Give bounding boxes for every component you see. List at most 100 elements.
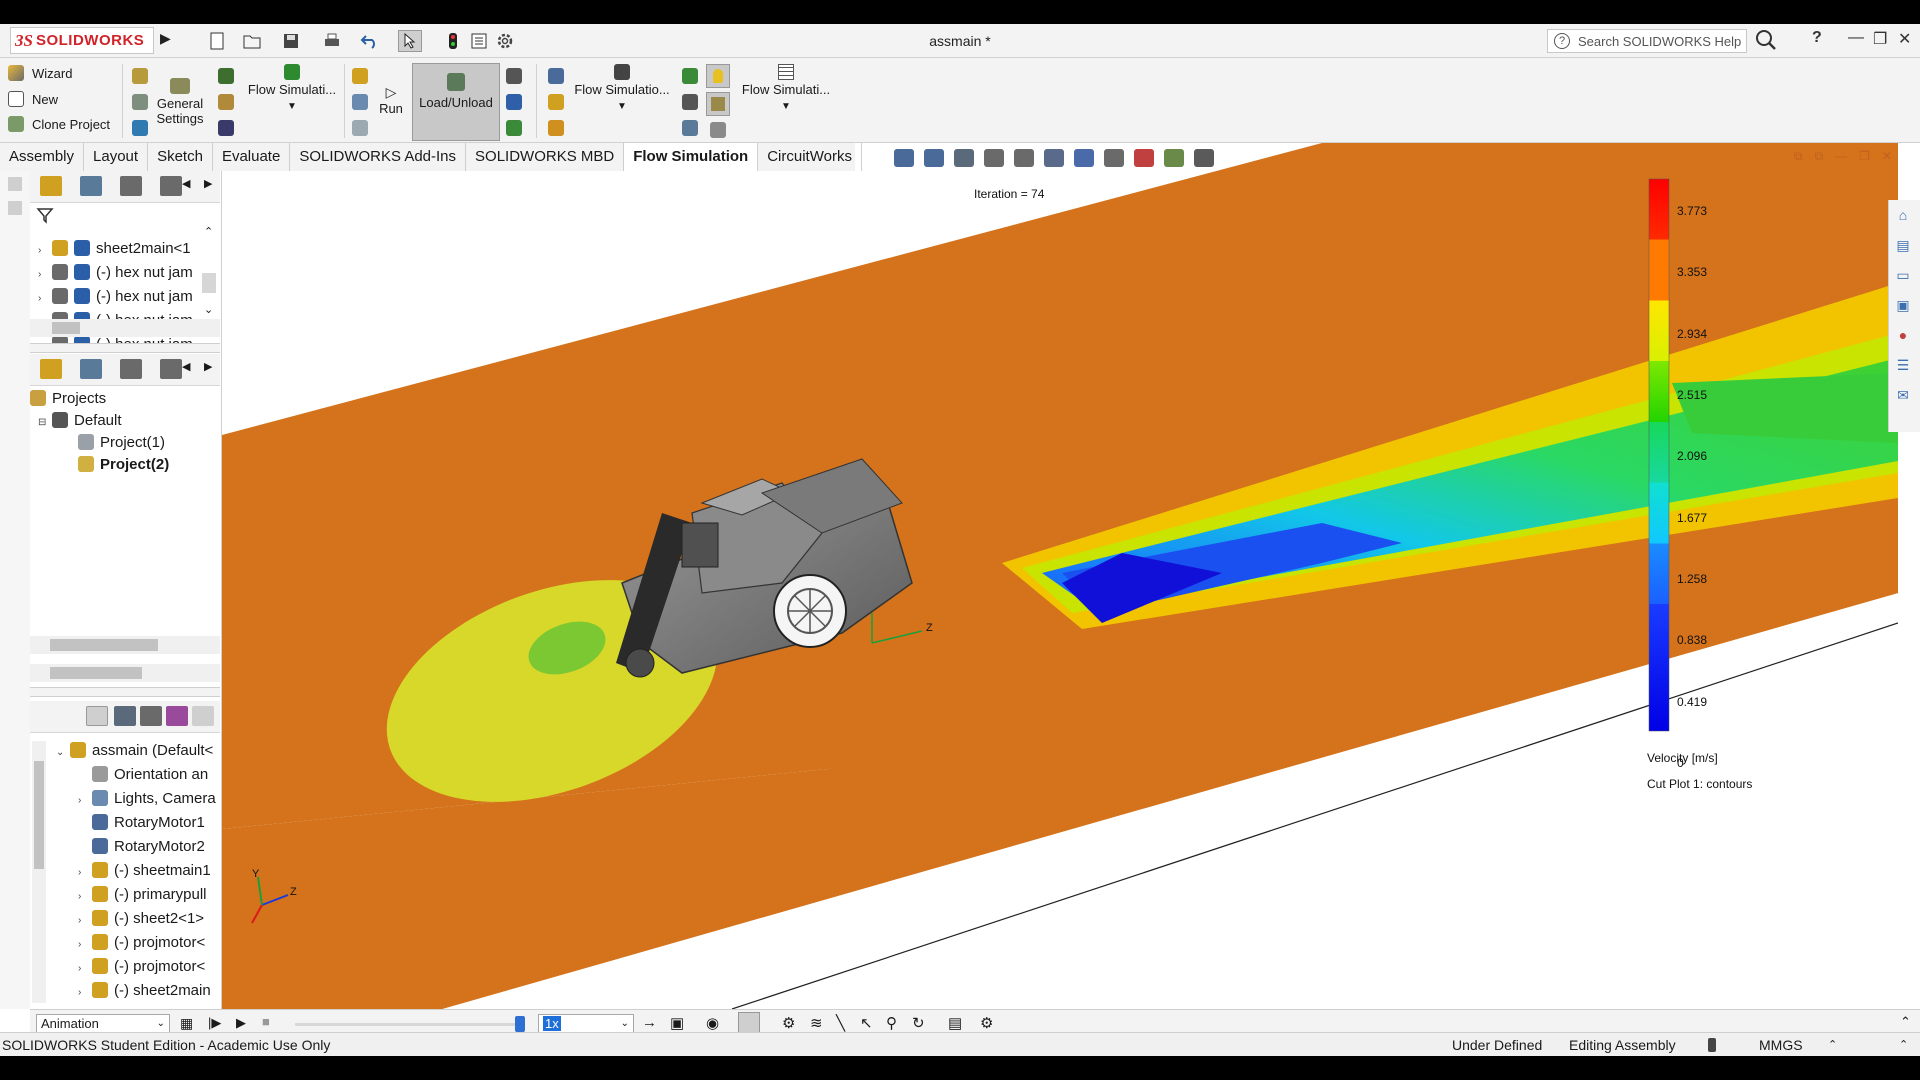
view-orientation-icon[interactable]: [1044, 149, 1064, 167]
new-project-button[interactable]: New: [8, 91, 58, 107]
force-icon[interactable]: ↖: [860, 1014, 873, 1032]
save-animation-icon[interactable]: ▣: [670, 1014, 684, 1032]
feature-tree-item[interactable]: RotaryMotor2: [78, 835, 220, 859]
dimxpert-tab-icon[interactable]: [160, 359, 182, 379]
expand-arrow-icon[interactable]: ›: [38, 263, 52, 285]
feature-tree-item[interactable]: Orientation an: [78, 763, 220, 787]
zoom-to-area-icon[interactable]: [924, 149, 944, 167]
feature-tree-item[interactable]: › (-) projmotor<: [78, 955, 220, 979]
configuration-manager-tab-icon[interactable]: [120, 359, 142, 379]
tile-right-icon[interactable]: ⧉: [1815, 149, 1824, 164]
surface-plot-icon[interactable]: [548, 94, 564, 110]
vertical-scrollbar-thumb[interactable]: [202, 273, 216, 293]
playback-slider-handle[interactable]: [515, 1016, 525, 1032]
project-settings-icon[interactable]: [132, 120, 148, 136]
units-menu-icon[interactable]: ⌃: [1828, 1034, 1837, 1056]
flow-simulation-tools-dropdown[interactable]: Flow Simulati... ▼: [738, 64, 834, 112]
solidworks-resources-icon[interactable]: ⌂: [1888, 202, 1918, 228]
view-palette-icon[interactable]: ▣: [1888, 292, 1918, 318]
fan-icon[interactable]: [218, 94, 234, 110]
feature-tree-item[interactable]: › (-) sheet2<1>: [78, 907, 220, 931]
contact-icon[interactable]: ⚲: [886, 1014, 897, 1032]
tile-left-icon[interactable]: ⧉: [1794, 149, 1803, 164]
scroll-down-icon[interactable]: ⌄: [204, 303, 213, 316]
expand-arrow-icon[interactable]: ›: [78, 909, 92, 931]
goal-plot-icon[interactable]: [682, 120, 698, 136]
show-mesh-icon[interactable]: [352, 94, 368, 110]
vertical-scrollbar-thumb[interactable]: [34, 761, 44, 869]
flow-simulation-results-dropdown[interactable]: Flow Simulatio... ▼: [570, 64, 674, 112]
feature-tree-item[interactable]: › (-) sheet2main: [78, 979, 220, 1003]
collapse-motion-manager-icon[interactable]: ⌃: [1900, 1014, 1911, 1030]
goals-icon[interactable]: [218, 120, 234, 136]
tree-item[interactable]: › (-) hex nut jam: [38, 261, 228, 285]
feature-tree-item[interactable]: › (-) sheetmain1: [78, 859, 220, 883]
wizard-button[interactable]: Wizard: [8, 65, 72, 81]
calculation-control-icon[interactable]: [132, 94, 148, 110]
damper-icon[interactable]: ╲: [836, 1014, 845, 1032]
display-style-icon[interactable]: [1074, 149, 1094, 167]
options-gear-icon[interactable]: [496, 30, 514, 52]
save-icon[interactable]: [282, 30, 300, 52]
tree-item[interactable]: › (-) hex nut jam: [38, 285, 228, 309]
tab-sketch[interactable]: Sketch: [148, 143, 213, 171]
tab-scroll-right-icon[interactable]: ▶: [204, 177, 212, 190]
file-explorer-icon[interactable]: ▭: [1888, 262, 1918, 288]
clone-project-button[interactable]: Clone Project: [8, 116, 110, 132]
open-document-icon[interactable]: [242, 30, 264, 52]
feature-tree-item[interactable]: › (-) projmotor<: [78, 931, 220, 955]
animation-wizard-icon[interactable]: ◉: [706, 1014, 719, 1032]
transparency-icon[interactable]: [710, 122, 726, 138]
horizontal-scrollbar[interactable]: [30, 664, 220, 682]
view-settings-icon[interactable]: [1194, 149, 1214, 167]
feature-manager-tab-icon[interactable]: [40, 359, 62, 379]
general-settings-button[interactable]: General Settings: [154, 78, 206, 126]
playback-speed-select[interactable]: 1x ⌄: [538, 1014, 634, 1034]
tree-item[interactable]: › sheet2main<1: [38, 237, 228, 261]
expand-arrow-icon[interactable]: ›: [78, 885, 92, 907]
rebuild-icon[interactable]: [446, 30, 460, 52]
isosurface-icon[interactable]: [548, 120, 564, 136]
save-results-icon[interactable]: [506, 94, 522, 110]
motion-study-properties-icon[interactable]: ⚙: [980, 1014, 993, 1032]
dimxpert-tab-icon[interactable]: [160, 176, 182, 196]
default-configuration[interactable]: ⊟ Default: [38, 409, 228, 433]
settings-gear-icon[interactable]: [140, 706, 162, 726]
design-library-icon[interactable]: ▤: [1888, 232, 1918, 258]
scrollbar-thumb[interactable]: [52, 322, 80, 334]
unit-system[interactable]: MMGS: [1759, 1034, 1803, 1056]
tab-scroll-left-icon[interactable]: ◀: [182, 177, 190, 190]
expand-arrow-icon[interactable]: ›: [38, 239, 52, 261]
component-control-icon[interactable]: [132, 68, 148, 84]
feature-tree-item[interactable]: ⌄ assmain (Default<: [56, 739, 220, 763]
tab-scroll-right-icon[interactable]: ▶: [204, 360, 212, 373]
help-search-box[interactable]: ? Search SOLIDWORKS Help: [1547, 29, 1747, 53]
horizontal-scrollbar[interactable]: [30, 319, 220, 337]
show-hide-icon[interactable]: [114, 706, 136, 726]
hide-show-items-icon[interactable]: [1104, 149, 1124, 167]
play-from-start-icon[interactable]: |▶: [208, 1015, 221, 1031]
print-icon[interactable]: [322, 30, 342, 52]
expand-arrow-icon[interactable]: ›: [78, 789, 92, 811]
forum-icon[interactable]: ✉: [1888, 382, 1918, 408]
edit-appearance-icon[interactable]: [1134, 149, 1154, 167]
scrollbar-thumb[interactable]: [50, 667, 142, 679]
scroll-up-icon[interactable]: ⌃: [204, 225, 213, 238]
projects-root[interactable]: Projects: [30, 387, 220, 411]
expand-arrow-icon[interactable]: ›: [78, 981, 92, 1003]
help-menu-icon[interactable]: ?: [1812, 29, 1822, 47]
close-viewport-icon[interactable]: ✕: [1882, 149, 1892, 164]
flow-trajectories-icon[interactable]: [548, 68, 564, 84]
playback-mode-icon[interactable]: →: [642, 1014, 657, 1031]
filter-icon[interactable]: [36, 207, 56, 230]
feature-tree-item[interactable]: RotaryMotor1: [78, 811, 220, 835]
tab-assembly[interactable]: Assembly: [0, 143, 85, 171]
expand-arrow-icon[interactable]: ›: [38, 287, 52, 309]
panel-splitter[interactable]: [30, 687, 220, 697]
status-bar-menu-icon[interactable]: ⌃: [1899, 1034, 1908, 1056]
solidworks-logo[interactable]: 3S SOLIDWORKS: [10, 27, 154, 54]
property-manager-tab-icon[interactable]: [80, 359, 102, 379]
expand-arrow-icon[interactable]: ⌄: [56, 741, 70, 763]
feature-manager-tab-icon[interactable]: [40, 176, 62, 196]
custom-properties-icon[interactable]: ☰: [1888, 352, 1918, 378]
